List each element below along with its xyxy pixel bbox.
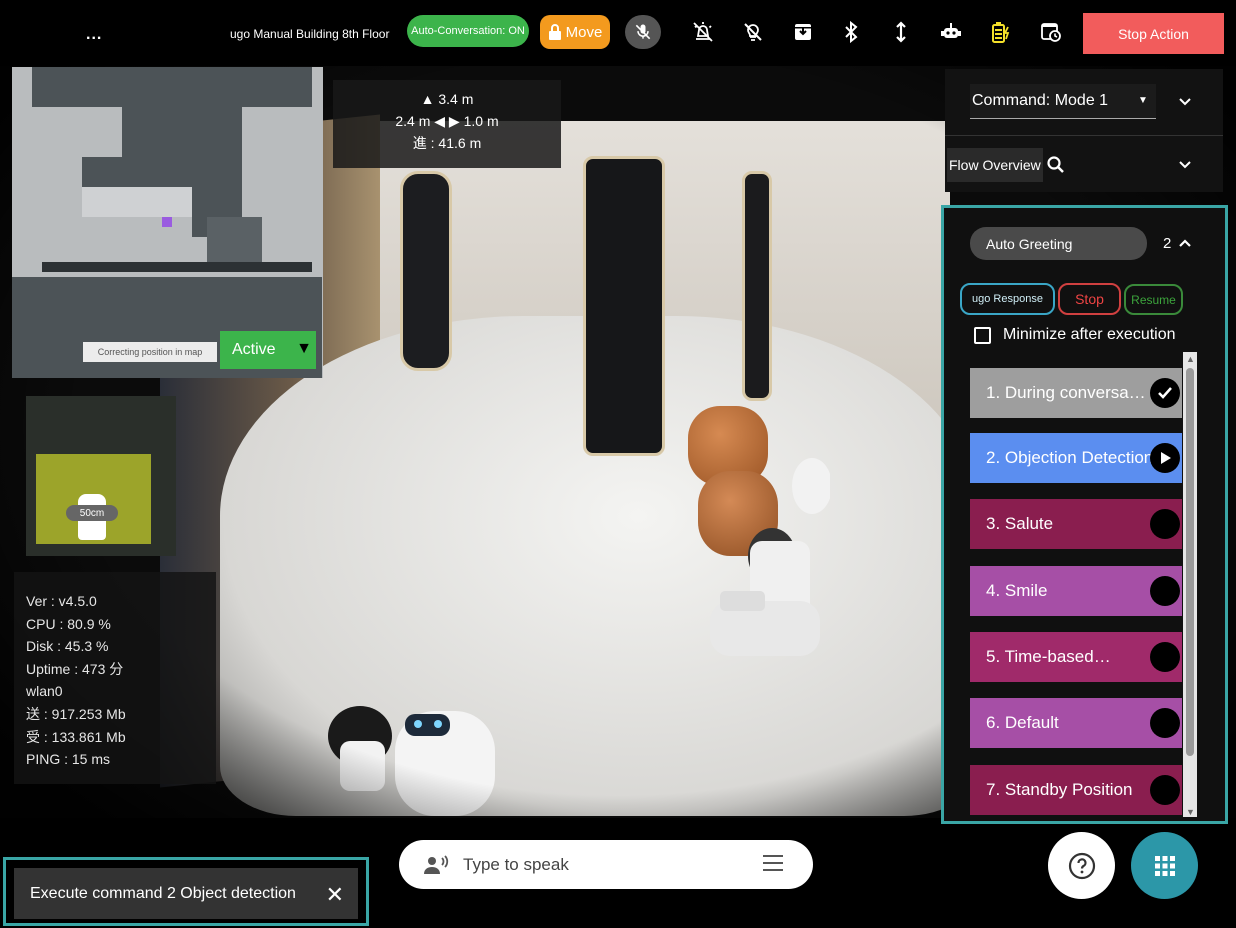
light-off-icon: [693, 22, 713, 42]
stat-disk: Disk : 45.3 %: [26, 638, 109, 655]
stat-interface: wlan0: [26, 683, 63, 700]
apps-grid-button[interactable]: [1131, 832, 1198, 899]
bluetooth-icon: [845, 20, 858, 44]
lidar-view: 50cm: [26, 396, 176, 556]
flow-step[interactable]: 2. Objection Detection: [970, 433, 1182, 483]
robot-button[interactable]: [936, 17, 966, 47]
hamburger-menu-icon[interactable]: [763, 855, 783, 871]
robot-icon: [941, 23, 961, 38]
lock-icon: [548, 24, 561, 40]
select-caret-icon: ▼: [1138, 95, 1148, 106]
stop-action-button[interactable]: Stop Action: [1083, 13, 1224, 54]
battery-charging-icon: [992, 22, 1010, 43]
grid-icon: [1154, 855, 1175, 876]
system-stats: Ver : v4.5.0 CPU : 80.9 % Disk : 45.3 % …: [14, 572, 216, 784]
step-pending-indicator: [1150, 509, 1180, 539]
menu-button[interactable]: ...: [86, 26, 102, 44]
toast-body: Execute command 2 Object detection ✕: [14, 868, 358, 919]
auto-conversation-toggle[interactable]: Auto-Conversation: ON: [407, 15, 529, 47]
help-icon: [1068, 852, 1095, 879]
flow-name-chip[interactable]: Auto Greeting: [970, 227, 1147, 260]
flow-step[interactable]: 5. Time-based…: [970, 632, 1182, 682]
flow-resume-button[interactable]: Resume: [1124, 284, 1183, 315]
stat-ping: PING : 15 ms: [26, 751, 111, 768]
scroll-down-icon[interactable]: ▼: [1186, 807, 1195, 817]
schedule-button[interactable]: [1036, 17, 1066, 47]
chevron-down-icon[interactable]: [1178, 158, 1192, 172]
step-pending-indicator: [1150, 775, 1180, 805]
minimize-checkbox[interactable]: [974, 326, 991, 344]
move-button[interactable]: Move: [540, 15, 610, 49]
notification-toast: Execute command 2 Object detection ✕: [3, 857, 369, 926]
step-pending-indicator: [1150, 642, 1180, 672]
voice-person-icon: [424, 854, 449, 874]
play-icon: [1161, 452, 1171, 464]
flow-step[interactable]: 7. Standby Position: [970, 765, 1182, 815]
move-label: Move: [565, 23, 603, 41]
minimize-label: Minimize after execution: [1003, 326, 1176, 343]
distance-overlay: ▲ 3.4 m 2.4 m ◀ ▶ 1.0 m 進 : 41.6 m: [333, 80, 561, 168]
bulb-off-button[interactable]: [738, 17, 768, 47]
stat-uptime: Uptime : 473 分: [26, 660, 124, 677]
stat-version: Ver : v4.5.0: [26, 593, 97, 609]
stat-sent: 送 : 917.253 Mb: [26, 705, 126, 722]
archive-button[interactable]: [788, 17, 818, 47]
bulb-off-icon: [744, 23, 762, 41]
steps-scrollbar[interactable]: ▲ ▼: [1183, 352, 1197, 817]
chevron-down-icon[interactable]: [1178, 95, 1192, 109]
archive-icon: [795, 24, 811, 40]
response-button[interactable]: ugo Response: [960, 283, 1055, 315]
scroll-thumb[interactable]: [1186, 368, 1194, 756]
command-select[interactable]: Command: Mode 1: [970, 84, 1156, 119]
divider: [945, 135, 1223, 136]
mic-off-icon: [635, 24, 651, 40]
distance-forward: ▲ 3.4 m: [420, 91, 474, 107]
flow-step[interactable]: 1. During conversa…: [970, 368, 1182, 418]
distance-traveled: 進 : 41.6 m: [412, 135, 482, 151]
stat-cpu: CPU : 80.9 %: [26, 615, 111, 632]
flow-stop-button[interactable]: Stop: [1058, 283, 1121, 315]
step-pending-indicator: [1150, 708, 1180, 738]
toast-message: Execute command 2 Object detection: [30, 884, 296, 902]
search-icon[interactable]: [1046, 155, 1066, 175]
light-off-button[interactable]: [688, 17, 718, 47]
chevron-up-icon[interactable]: [1178, 236, 1192, 250]
schedule-icon: [1041, 23, 1061, 42]
bluetooth-button[interactable]: [836, 17, 866, 47]
speak-placeholder: Type to speak: [463, 854, 569, 874]
mic-mute-button[interactable]: [625, 15, 661, 49]
map-status-dropdown[interactable]: Active ▼: [220, 331, 316, 369]
step-running-indicator: [1150, 443, 1180, 473]
top-bar: ... ugo Manual Building 8th Floor Auto-C…: [0, 0, 1236, 66]
speak-input-bar[interactable]: Type to speak: [399, 840, 813, 889]
flow-overview-label[interactable]: Flow Overview: [947, 148, 1043, 182]
flow-count[interactable]: 2: [1163, 235, 1171, 252]
lidar-scale-label: 50cm: [66, 505, 118, 521]
flow-step[interactable]: 3. Salute: [970, 499, 1182, 549]
flow-step[interactable]: 4. Smile: [970, 566, 1182, 616]
minimize-checkbox-row[interactable]: Minimize after execution: [974, 325, 1176, 345]
map-status-label: Active: [232, 341, 276, 358]
battery-button[interactable]: [986, 17, 1016, 47]
scroll-up-icon[interactable]: ▲: [1186, 354, 1195, 364]
height-adjust-button[interactable]: [886, 17, 916, 47]
step-done-indicator: [1150, 378, 1180, 408]
help-button[interactable]: [1048, 832, 1115, 899]
check-icon: [1158, 387, 1172, 399]
flow-step[interactable]: 6. Default: [970, 698, 1182, 748]
location-label: ugo Manual Building 8th Floor: [230, 27, 390, 41]
distance-sides: 2.4 m ◀ ▶ 1.0 m: [395, 113, 499, 129]
close-icon[interactable]: ✕: [326, 882, 344, 908]
correct-position-button[interactable]: Correcting position in map: [83, 342, 217, 362]
dropdown-caret-icon: ▼: [296, 340, 312, 357]
stat-received: 受 : 133.861 Mb: [26, 728, 126, 745]
vertical-arrows-icon: [896, 21, 906, 43]
step-pending-indicator: [1150, 576, 1180, 606]
